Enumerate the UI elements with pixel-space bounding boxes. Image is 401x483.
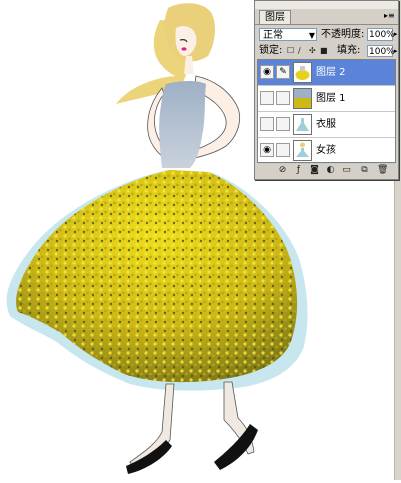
brush-icon[interactable]: ✎ [276, 65, 290, 79]
chevron-down-icon: ▼ [308, 31, 315, 40]
fill-input[interactable]: 100% [367, 45, 395, 57]
adjustment-layer-icon[interactable]: ◐ [325, 165, 336, 176]
layers-footer: ⊘ ƒ ◙ ◐ ▭ ⧉ 🗑 [257, 164, 396, 177]
blend-mode-value: 正常 [263, 30, 283, 41]
panel-title-bar[interactable] [255, 1, 398, 9]
layer-thumbnail [293, 114, 312, 135]
lock-transparency-icon[interactable]: ☐ [287, 47, 295, 55]
layer-name: 衣服 [316, 119, 336, 130]
opacity-input[interactable]: 100% [367, 28, 395, 41]
new-layer-icon[interactable]: ⧉ [359, 165, 370, 176]
layer-row-clothes[interactable]: 衣服 [258, 112, 395, 138]
layer-name: 图层 2 [316, 67, 346, 78]
eye-hidden-icon[interactable] [260, 117, 274, 131]
layer-row-layer-1[interactable]: 图层 1 [258, 86, 395, 112]
layer-name: 女孩 [316, 145, 336, 156]
link-icon[interactable] [276, 91, 290, 105]
link-layers-icon[interactable]: ⊘ [277, 165, 288, 176]
layers-panel: 图层 ▸≡ 正常 ▼ 不透明度: 100% ▸ 锁定: ☐ ∕ ✣ ■ 填充: … [254, 0, 399, 180]
link-icon[interactable] [276, 117, 290, 131]
opacity-slider-arrow-icon[interactable]: ▸ [394, 28, 398, 41]
layer-row-girl[interactable]: ◉ 女孩 [258, 138, 395, 164]
divider [255, 24, 398, 25]
layer-row-layer-2[interactable]: ◉ ✎ 图层 2 [258, 60, 395, 86]
panel-menu-icon[interactable]: ▸≡ [384, 12, 395, 20]
eye-icon[interactable]: ◉ [260, 65, 274, 79]
layer-thumbnail [293, 88, 312, 109]
layer-name: 图层 1 [316, 93, 346, 104]
eye-icon[interactable]: ◉ [260, 143, 274, 157]
opacity-label: 不透明度: [321, 29, 365, 40]
lock-all-icon[interactable]: ■ [320, 47, 328, 55]
eye-hidden-icon[interactable] [260, 91, 274, 105]
link-icon[interactable] [276, 143, 290, 157]
new-group-icon[interactable]: ▭ [341, 165, 352, 176]
layer-thumbnail [293, 62, 312, 83]
lock-brush-icon[interactable]: ∕ [298, 47, 306, 55]
tab-layers[interactable]: 图层 [259, 10, 291, 25]
blend-mode-select[interactable]: 正常 ▼ [259, 28, 317, 41]
trash-icon[interactable]: 🗑 [377, 165, 388, 176]
blend-opacity-row: 正常 ▼ 不透明度: 100% ▸ [257, 27, 398, 43]
lock-move-icon[interactable]: ✣ [309, 47, 317, 55]
fill-slider-arrow-icon[interactable]: ▸ [394, 44, 398, 58]
layer-thumbnail [293, 140, 312, 161]
lock-label: 锁定: [259, 45, 283, 56]
layers-list: ◉ ✎ 图层 2 图层 1 衣服 ◉ 女孩 [257, 59, 396, 164]
layer-style-icon[interactable]: ƒ [293, 165, 304, 176]
fill-label: 填充: [337, 45, 361, 56]
lock-fill-row: 锁定: ☐ ∕ ✣ ■ 填充: 100% ▸ [257, 44, 398, 58]
layer-mask-icon[interactable]: ◙ [309, 165, 320, 176]
